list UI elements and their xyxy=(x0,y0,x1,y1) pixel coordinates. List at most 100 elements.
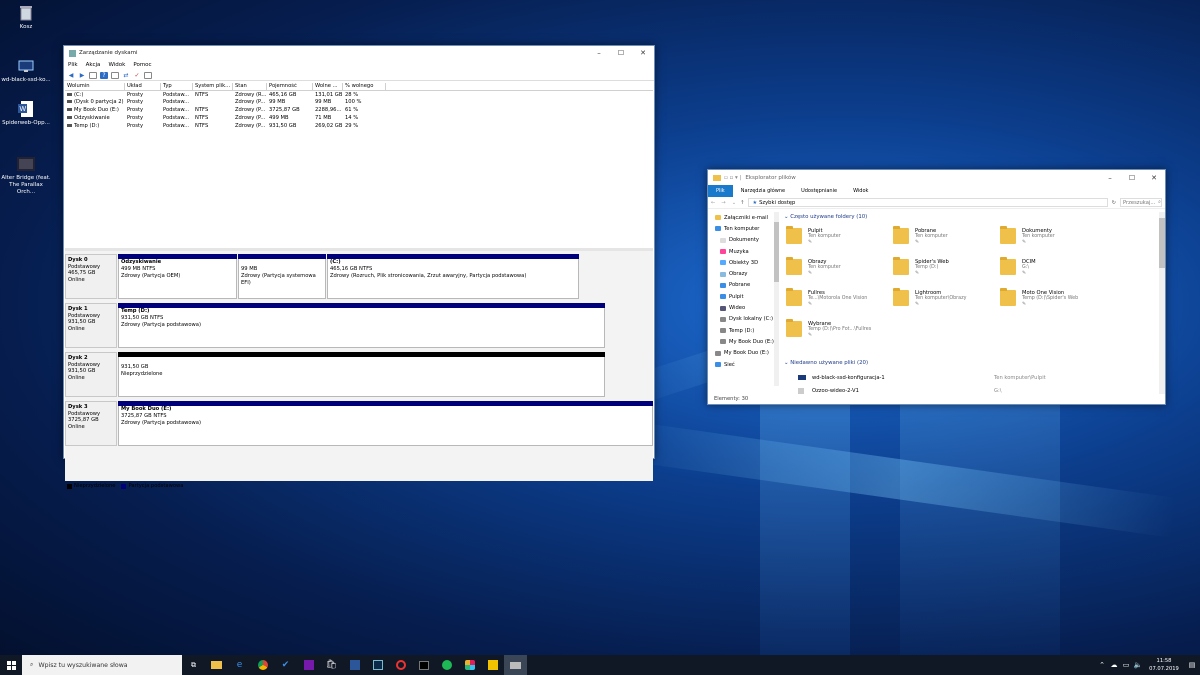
folder-tile[interactable]: Dokumenty Ten komputer ✎ xyxy=(1000,226,1105,256)
volume-row[interactable]: Temp (D:) Prosty Podstaw... NTFS Zdrowy (P..… xyxy=(65,122,653,130)
menu-help[interactable]: Pomoc xyxy=(133,62,151,68)
nav-item[interactable]: Dysk lokalny (C:) xyxy=(708,314,780,325)
folder-tile[interactable]: DCIM G:\ ✎ xyxy=(1000,257,1105,287)
recent-files-header[interactable]: ⌄ Niedawno używane pliki (20) xyxy=(784,360,868,366)
help-icon[interactable]: ? xyxy=(100,71,108,79)
close-button[interactable]: ✕ xyxy=(1143,171,1165,185)
desktop-icon-spiderweb-doc[interactable]: W Spiderweb-Opp... xyxy=(0,100,52,127)
folder-tile[interactable]: Fullres Te...\Motorola One Vision ✎ xyxy=(786,288,891,318)
desktop-icon-wd-black[interactable]: wd-black-ssd-ko... xyxy=(0,57,52,84)
terminal-icon[interactable] xyxy=(412,655,435,675)
partition-d[interactable]: Temp (D:) 931,50 GB NTFS Zdrowy (Partycja … xyxy=(118,303,605,348)
up-icon[interactable]: ↑ xyxy=(740,200,744,206)
disk-label[interactable]: Dysk 2 Podstawowy 931,50 GB Online xyxy=(65,352,117,397)
volume-icon[interactable]: 🔈 xyxy=(1132,655,1144,675)
spotify-icon[interactable] xyxy=(435,655,458,675)
nav-item[interactable]: My Book Duo (E:) xyxy=(708,336,780,347)
title-bar[interactable]: ▫ ▫ ▾ | Eksplorator plików – ☐ ✕ xyxy=(708,170,1165,185)
close-button[interactable]: ✕ xyxy=(632,46,654,60)
volume-row[interactable]: My Book Duo (E:) Prosty Podstaw... NTFS Zdro… xyxy=(65,106,653,114)
nav-item[interactable]: My Book Duo (E:) xyxy=(708,348,780,359)
nav-item[interactable]: Sieć xyxy=(708,359,780,370)
partition-unallocated[interactable]: 931,50 GB Nieprzydzielone xyxy=(118,352,605,397)
partition-recovery[interactable]: Odzyskiwanie 499 MB NTFS Zdrowy (Partycja … xyxy=(118,254,237,299)
menu-action[interactable]: Akcja xyxy=(86,62,101,68)
list-icon[interactable] xyxy=(89,71,97,79)
file-explorer-window[interactable]: ▫ ▫ ▾ | Eksplorator plików – ☐ ✕ Plik Na… xyxy=(707,169,1166,405)
ribbon-tab-home[interactable]: Narzędzia główne xyxy=(733,185,793,197)
nav-item[interactable]: Pobrane xyxy=(708,280,780,291)
refresh-icon[interactable]: ↻ xyxy=(1112,200,1116,206)
column-header[interactable]: % wolnego xyxy=(343,82,386,91)
partition-efi[interactable]: 99 MB Zdrowy (Partycja systemowa EFI) xyxy=(238,254,326,299)
check-icon[interactable]: ✓ xyxy=(133,72,141,79)
disk-label[interactable]: Dysk 0 Podstawowy 465,75 GB Online xyxy=(65,254,117,299)
view-icon[interactable] xyxy=(144,71,152,79)
disk-management-window[interactable]: Zarządzanie dyskami – ☐ ✕ Plik Akcja Wid… xyxy=(63,45,655,489)
minimize-button[interactable]: – xyxy=(1099,171,1121,185)
nav-item[interactable]: Wideo xyxy=(708,302,780,313)
maximize-button[interactable]: ☐ xyxy=(1121,171,1143,185)
column-header[interactable]: Typ xyxy=(161,82,193,91)
disk-2[interactable]: Dysk 2 Podstawowy 931,50 GB Online 931,50 G… xyxy=(65,352,605,397)
column-header[interactable]: Wolumin xyxy=(65,82,125,91)
recent-file-row[interactable]: Ozzoo-wideo-2-V1 G:\ xyxy=(798,388,1138,394)
column-header[interactable]: Wolne ... xyxy=(313,82,343,91)
edge-icon[interactable]: e xyxy=(228,655,251,675)
search-box[interactable]: Przeszukaj... ⌕ xyxy=(1120,198,1162,207)
word-icon[interactable] xyxy=(343,655,366,675)
desktop-icon-recycle-bin[interactable]: Kosz xyxy=(0,4,52,31)
nav-item[interactable]: Ten komputer xyxy=(708,223,780,234)
nav-item[interactable]: Obiekty 3D xyxy=(708,257,780,268)
folder-tile[interactable]: Pulpit Ten komputer ✎ xyxy=(786,226,891,256)
frequent-folders-header[interactable]: ⌄ Często używane foldery (10) xyxy=(784,214,867,220)
media-player-icon[interactable] xyxy=(481,655,504,675)
todo-icon[interactable]: ✔ xyxy=(274,655,297,675)
column-header[interactable]: Układ xyxy=(125,82,161,91)
notifications-icon[interactable]: ▤ xyxy=(1184,655,1200,675)
forward-icon[interactable]: → xyxy=(721,200,725,206)
maximize-button[interactable]: ☐ xyxy=(610,46,632,60)
chevron-down-icon[interactable]: ⌄ xyxy=(732,200,736,206)
volume-row[interactable]: Odzyskiwanie Prosty Podstaw... NTFS Zdrowy (… xyxy=(65,114,653,122)
store-icon[interactable]: 🛍 xyxy=(320,655,343,675)
address-bar[interactable]: ★ Szybki dostęp xyxy=(748,198,1108,207)
menu-view[interactable]: Widok xyxy=(108,62,125,68)
folder-tile[interactable]: Lightroom Ten komputer\Obrazy ✎ xyxy=(893,288,998,318)
back-icon[interactable]: ◀ xyxy=(67,72,75,79)
desktop-icon-video[interactable]: Alter Bridge (feat. The Parallax Orch... xyxy=(0,155,52,196)
photos-icon[interactable] xyxy=(389,655,412,675)
disk-management-taskbar-icon[interactable] xyxy=(504,655,527,675)
back-icon[interactable]: ← xyxy=(711,200,715,206)
nav-item[interactable]: Muzyka xyxy=(708,246,780,257)
taskbar-search[interactable]: ⌕ Wpisz tu wyszukiwane słowa xyxy=(22,655,182,675)
nav-item[interactable]: Pulpit xyxy=(708,291,780,302)
disk-label[interactable]: Dysk 1 Podstawowy 931,50 GB Online xyxy=(65,303,117,348)
partition-e[interactable]: My Book Duo (E:) 3725,87 GB NTFS Zdrowy (P… xyxy=(118,401,653,446)
title-bar[interactable]: Zarządzanie dyskami – ☐ ✕ xyxy=(64,46,654,60)
column-header[interactable]: Pojemność xyxy=(267,82,313,91)
recent-file-row[interactable]: wd-black-ssd-konfiguracja-1 Ten komputer\… xyxy=(798,375,1138,381)
file-explorer-taskbar-icon[interactable] xyxy=(205,655,228,675)
column-header[interactable]: System plik... xyxy=(193,82,233,91)
folder-tile[interactable]: Pobrane Ten komputer ✎ xyxy=(893,226,998,256)
quick-access-icons[interactable]: ▫ ▫ ▾ | xyxy=(724,175,741,181)
network-icon[interactable]: ▭ xyxy=(1120,655,1132,675)
disk-0[interactable]: Dysk 0 Podstawowy 465,75 GB Online Odzyskiw… xyxy=(65,254,579,299)
chevron-up-icon[interactable]: ⌃ xyxy=(1096,655,1108,675)
connect-icon[interactable]: ⇄ xyxy=(122,72,130,79)
clock[interactable]: 11:58 07.07.2019 xyxy=(1144,657,1184,673)
onenote-icon[interactable] xyxy=(297,655,320,675)
disk-1[interactable]: Dysk 1 Podstawowy 931,50 GB Online Temp (D:… xyxy=(65,303,605,348)
disk-label[interactable]: Dysk 3 Podstawowy 3725,87 GB Online xyxy=(65,401,117,446)
folder-tile[interactable]: Moto One Vision Temp (D:)\Spider's Web ✎ xyxy=(1000,288,1105,318)
partition-c[interactable]: (C:) 465,16 GB NTFS Zdrowy (Rozruch, Plik … xyxy=(327,254,579,299)
menu-file[interactable]: Plik xyxy=(68,62,78,68)
nav-item[interactable]: Dokumenty xyxy=(708,235,780,246)
ribbon-tab-file[interactable]: Plik xyxy=(708,185,733,197)
volume-row[interactable]: (C:) Prosty Podstaw... NTFS Zdrowy (R... 465,… xyxy=(65,91,653,99)
properties-icon[interactable] xyxy=(111,71,119,79)
nav-item[interactable]: Temp (D:) xyxy=(708,325,780,336)
column-header[interactable]: Stan xyxy=(233,82,267,91)
task-view-icon[interactable]: ⧉ xyxy=(182,655,205,675)
